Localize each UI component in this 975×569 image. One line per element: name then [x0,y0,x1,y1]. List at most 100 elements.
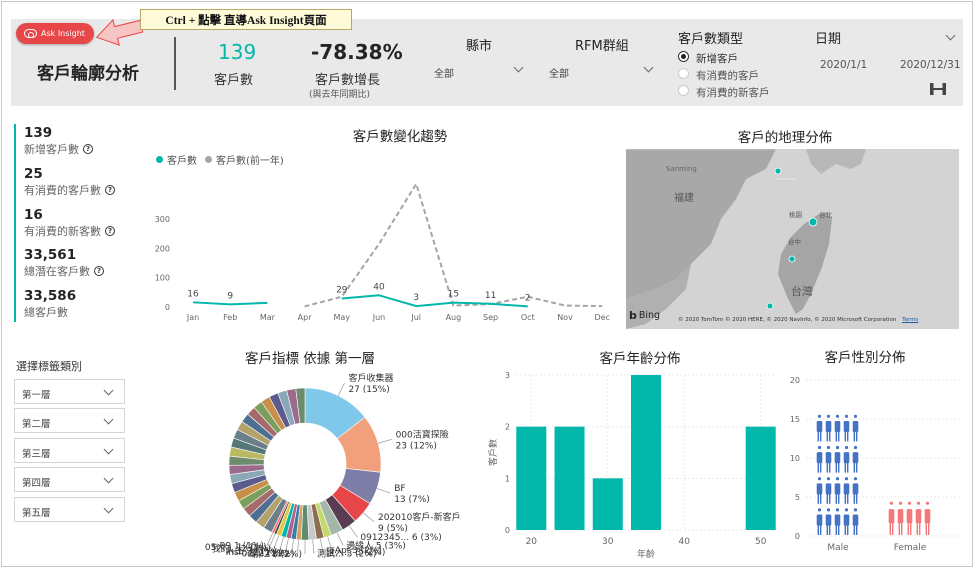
x-tick-label: Nov [557,313,573,322]
map-bubble[interactable] [788,255,796,263]
person-icon-leg [855,431,858,442]
chevron-down-icon [513,62,524,73]
donut-chart-title: 客戶指標 依據 第一層 [244,351,376,367]
person-icon-body [843,452,850,464]
legend-dot-icon [156,156,163,163]
person-icon-body [843,483,850,495]
geo-chart-title: 客戶的地理分佈 [737,130,833,146]
y-tick-label: 2 [505,423,510,432]
map-label-taichung: 台中 [788,237,801,246]
help-icon[interactable]: ? [83,144,93,154]
person-icon [843,477,850,504]
x-tick-label: Feb [223,313,237,322]
date-range-slider-handle[interactable] [929,82,947,96]
y-tick-label: 0 [165,303,170,312]
person-icon-head [817,414,822,418]
person-icon [834,508,841,535]
customer-type-option-label: 有消費的新客戶 [696,87,770,99]
ask-insight-button[interactable]: Ask Insight [16,23,94,44]
bar [516,426,547,530]
person-icon-leg [853,525,856,535]
y-tick-label: 300 [155,215,170,224]
age-bar-chart: 0 1 2 3 20 30 40 50 年齡 客戶數 [487,371,776,560]
level-4-dropdown[interactable]: 第四層 [14,467,125,492]
person-icon [852,477,859,504]
chevron-down-icon [103,503,114,514]
customer-type-option-new[interactable]: 新增客戶 [678,50,798,65]
x-tick-label: Aug [446,313,462,322]
trend-legend: 客戶數 客戶數(前一年) [156,152,284,167]
person-icon-head [844,508,849,512]
person-icon-leg [817,525,820,535]
y-tick-label: 3 [505,371,510,380]
help-icon[interactable]: ? [105,185,115,195]
date-end[interactable]: 2020/12/31 [900,59,961,71]
level-3-dropdown[interactable]: 第三層 [14,438,125,463]
person-icon [816,477,823,504]
pie-slice-label: 13 (7%) [394,495,430,505]
person-icon-leg [846,431,849,442]
map-bubble[interactable] [774,167,782,175]
person-icon-leg [835,462,838,473]
level-5-dropdown[interactable]: 第五層 [14,497,125,522]
level-1-dropdown[interactable]: 第一層 [14,379,125,404]
x-tick-label: Apr [298,313,313,322]
x-tick-label: Oct [521,313,535,322]
date-start[interactable]: 2020/1/1 [820,59,867,71]
x-axis-label: 年齡 [637,548,655,560]
level-dropdown-label: 第一層 [22,390,51,401]
map-attribution: © 2020 TomTom © 2020 HERE, © 2020 NavInf… [678,317,918,323]
person-icon-head [853,445,858,450]
trend-chart-title: 客戶數變化趨勢 [352,129,448,145]
card-label: 總客戶數 [24,306,68,319]
cards-accent-bar [14,124,16,322]
x-tick-label: Jul [410,313,421,322]
person-icon-leg [909,522,912,535]
level-2-dropdown[interactable]: 第二層 [14,408,125,433]
y-tick-label: 0 [505,526,510,535]
person-icon [834,477,841,504]
map-bubble[interactable] [808,217,818,227]
county-dropdown[interactable]: 全部 [432,62,532,80]
kpi-growth-label: 客戶數增長 [315,73,381,88]
person-icon-body [816,483,823,495]
gender-chart-title: 客戶性別分佈 [824,350,906,366]
x-tick-label: 30 [602,537,614,547]
bing-icon: b [629,309,637,322]
person-icon-leg [837,493,840,504]
person-icon-leg [846,462,849,473]
person-icon [888,501,895,535]
person-icon-body [915,509,922,524]
person-icon-head [853,508,858,512]
bar [631,375,661,530]
person-icon-leg [844,462,847,473]
help-icon[interactable]: ? [94,266,104,276]
person-icon [924,501,931,535]
person-icon [843,508,850,535]
map-attribution-text: © 2020 TomTom © 2020 HERE, © 2020 NavInf… [678,317,897,323]
person-icon-body [906,509,913,524]
customer-type-option-spending-new[interactable]: 有消費的新客戶 [678,84,798,99]
person-icon-leg [846,525,849,535]
person-icon-body [834,452,841,464]
y-tick-label: 200 [155,244,170,253]
map-terms-link[interactable]: Terms [902,317,918,323]
customer-type-option-spending[interactable]: 有消費的客戶 [678,67,798,82]
y-tick-label: 100 [155,274,170,283]
person-icon-body [852,483,859,495]
map-bubble[interactable] [766,302,774,310]
county-dropdown-value: 全部 [434,69,454,80]
person-icon-leg [853,462,856,473]
map-label-taiwan: 台灣 [791,284,813,298]
geo-map[interactable]: Sanming 福建 台灣 台北 桃園 台中 b Bing © 2020 Tom… [626,149,959,329]
pie-leader-line [376,488,391,494]
pie-leader-line [363,512,375,523]
person-icon [897,501,904,535]
bar [592,478,623,530]
rfm-dropdown[interactable]: 全部 [547,62,659,80]
person-icon-head [826,508,831,512]
help-icon[interactable]: ? [105,226,115,236]
card-new-customers: 139 新增客戶數? [24,125,93,157]
series-line-current [341,294,528,308]
person-icon-head [844,445,849,450]
